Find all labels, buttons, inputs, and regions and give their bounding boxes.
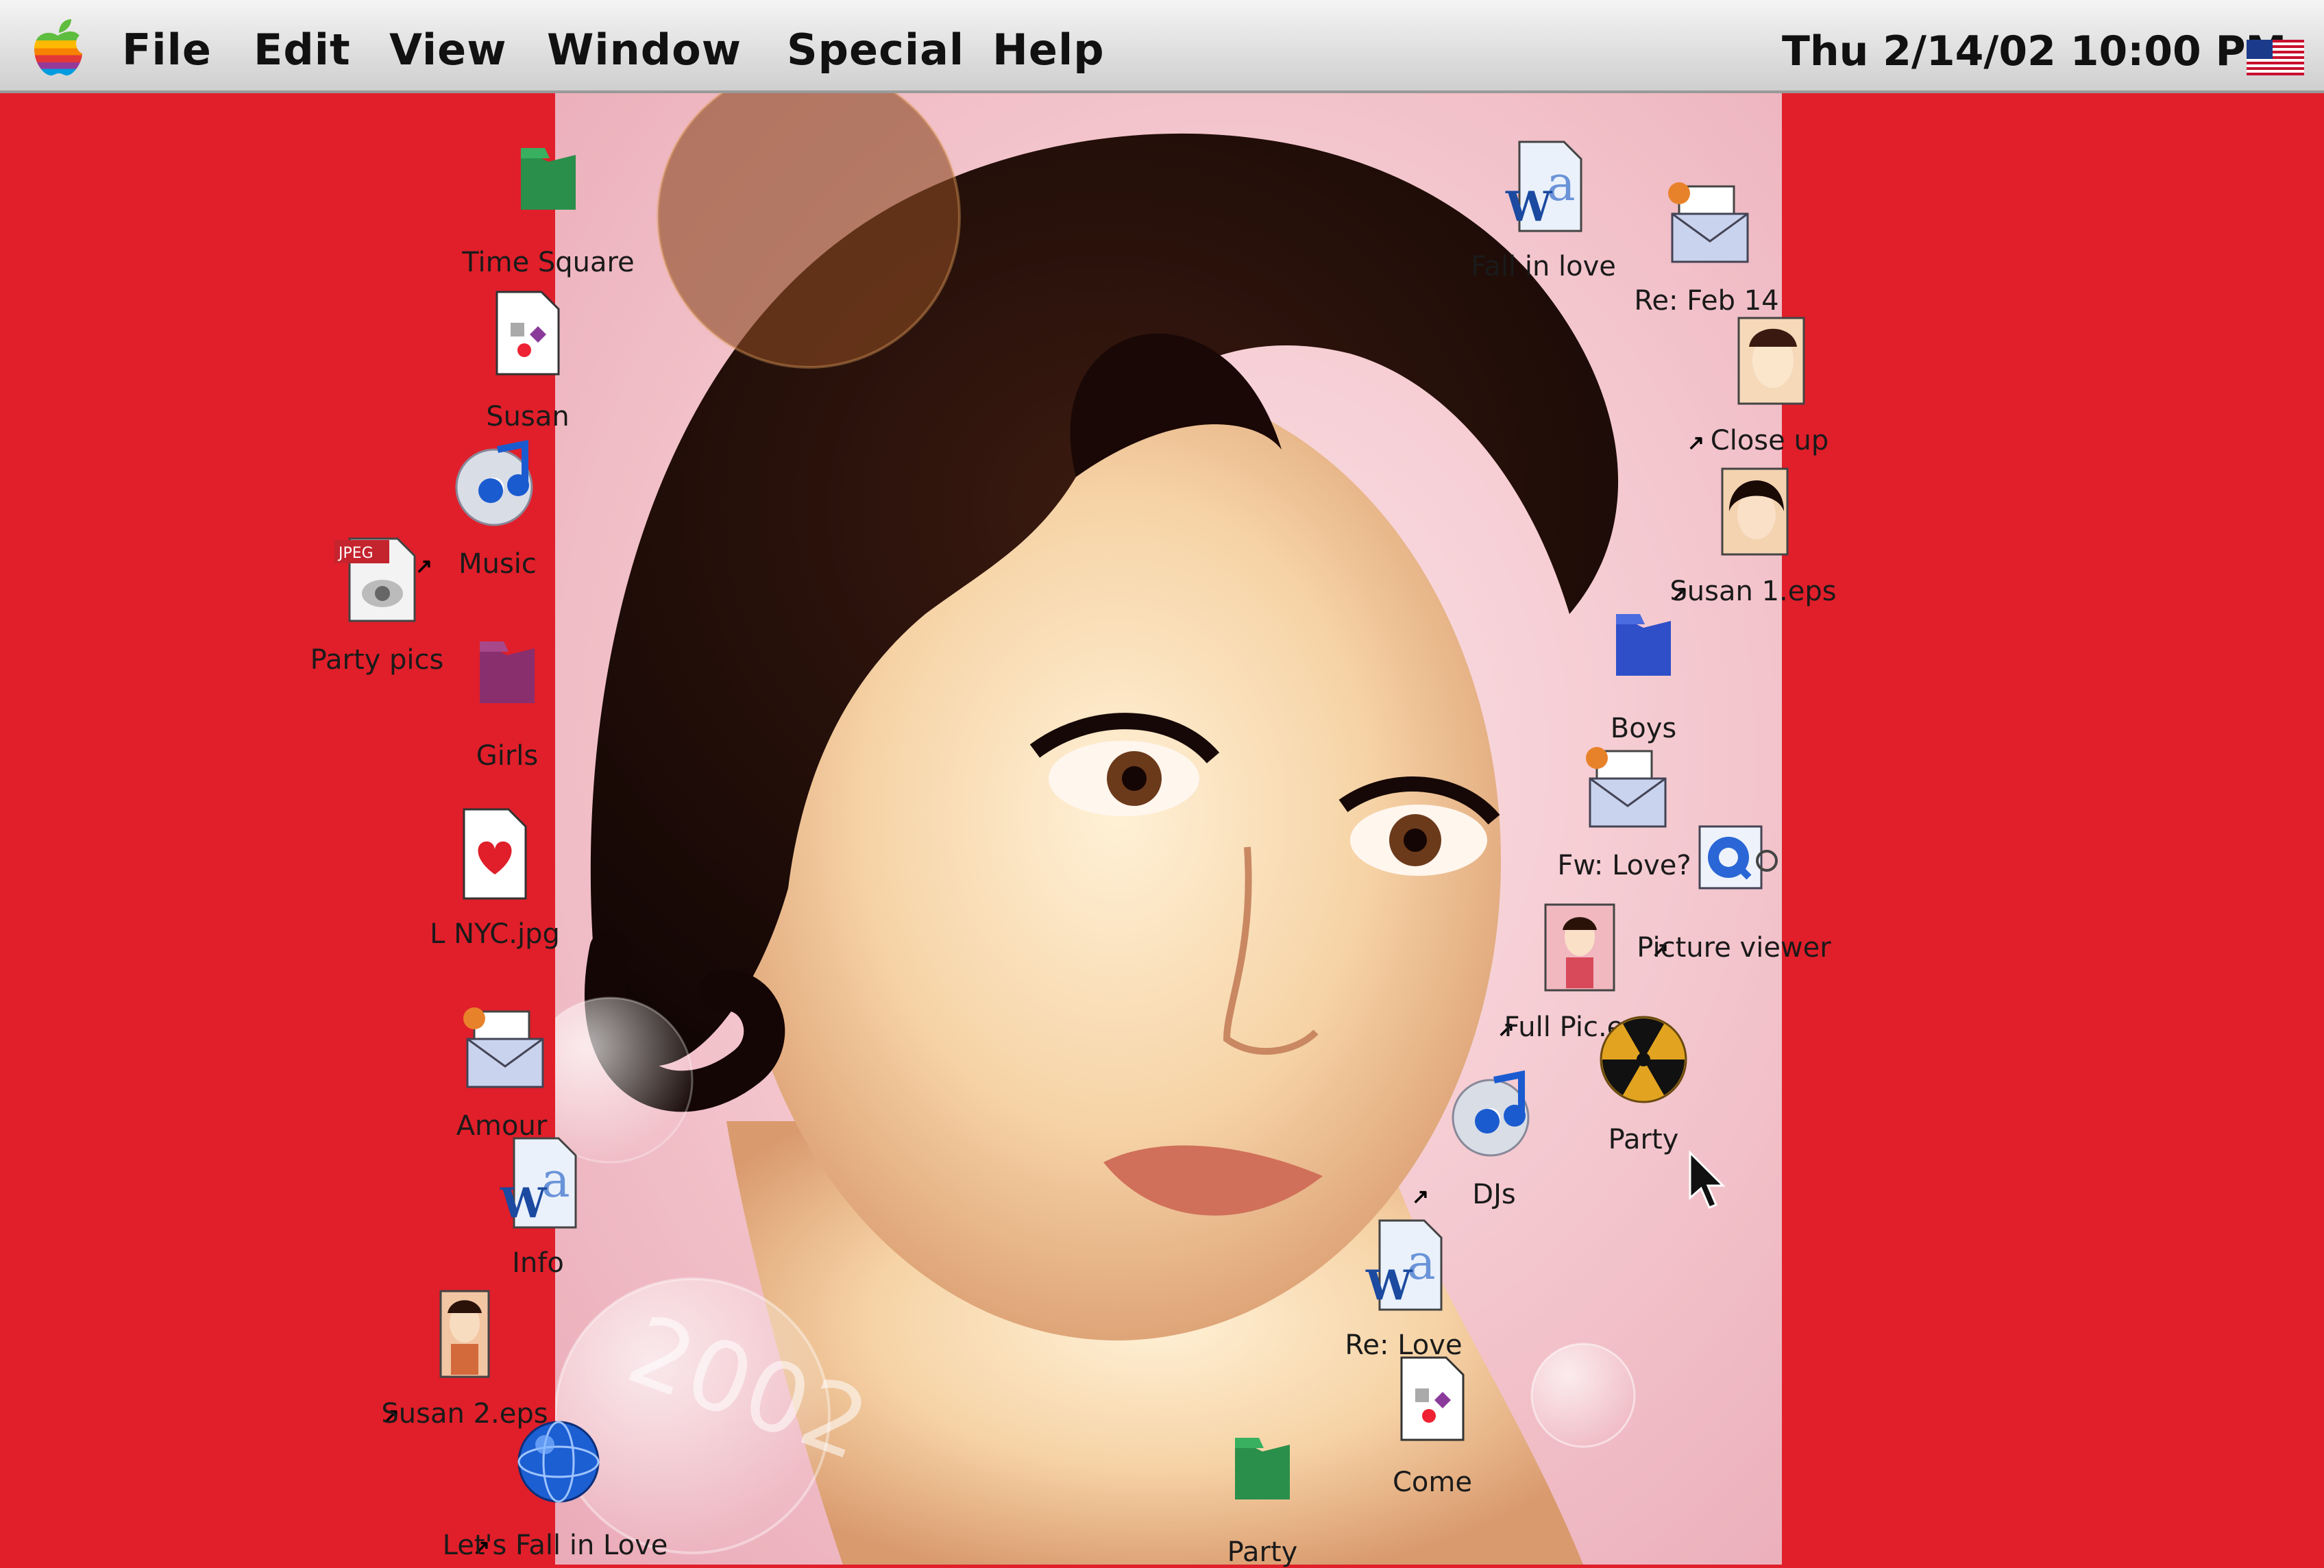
icon-label: L NYC.jpg (430, 918, 560, 950)
word-document-icon: a W (1365, 1219, 1443, 1311)
word-document-icon: a W (500, 1137, 577, 1229)
icon-close-up-alias[interactable]: ↗ Close up (1680, 313, 1859, 456)
image-thumbnail-icon (1737, 317, 1805, 405)
folder-icon (1235, 1438, 1290, 1499)
menu-window[interactable]: Window (547, 25, 742, 75)
heart-image-file-icon (463, 808, 527, 900)
folder-icon (1616, 614, 1671, 676)
icon-label: Info (512, 1247, 564, 1279)
itunes-cd-icon (1452, 1070, 1530, 1157)
internet-globe-icon (517, 1421, 600, 1503)
icon-info-word-doc[interactable]: a W Info (449, 1135, 627, 1279)
eps-image-icon (439, 1290, 490, 1378)
icon-label: Susan (486, 401, 570, 432)
icon-label: Time Square (462, 247, 635, 278)
menu-special[interactable]: Special (787, 25, 964, 75)
svg-text:JPEG: JPEG (337, 545, 374, 562)
quicktime-picture-viewer-icon (1698, 825, 1778, 890)
word-document-icon: a W (1505, 140, 1582, 232)
us-flag-icon[interactable] (2247, 40, 2304, 75)
menu-bar: File Edit View Window Special Help Thu 2… (0, 0, 2324, 93)
menu-help[interactable]: Help (992, 25, 1105, 75)
icon-lets-fall-in-love-alias[interactable]: ↗ Let's Fall in Love (443, 1417, 668, 1561)
email-message-icon (1586, 747, 1667, 828)
desktop[interactable]: 2002 Time Square Susan ↗ Music JPEG Part… (0, 93, 2324, 1568)
eps-image-icon (1721, 467, 1789, 556)
svg-text:W: W (1505, 183, 1553, 231)
icon-susan1-eps-alias[interactable]: ↗ Susan 1.eps (1664, 463, 1842, 607)
icon-re-love-word-doc[interactable]: a W Re: Love (1314, 1217, 1493, 1361)
icon-label: Party (1227, 1536, 1298, 1568)
clipping-document-icon (1400, 1356, 1465, 1441)
icon-party-folder[interactable]: Party (1173, 1424, 1351, 1568)
icon-label: DJs (1472, 1179, 1516, 1210)
eps-image-icon (1544, 903, 1615, 992)
folder-icon (521, 148, 576, 210)
burnable-radiation-icon (1600, 1016, 1687, 1103)
icon-l-nyc-jpg[interactable]: L NYC.jpg (406, 806, 584, 950)
icon-fall-in-love-word-doc[interactable]: a W Fall in love (1454, 138, 1632, 282)
email-message-icon (463, 1007, 544, 1088)
svg-text:W: W (1365, 1262, 1413, 1310)
icon-girls-folder[interactable]: Girls (418, 628, 596, 772)
folder-icon (480, 641, 535, 703)
icon-susan-clipping[interactable]: Susan (439, 289, 617, 432)
apple-icon[interactable] (30, 18, 85, 77)
itunes-cd-icon (455, 439, 533, 526)
icon-boys-folder[interactable]: Boys (1554, 600, 1733, 744)
clipping-document-icon (496, 291, 560, 376)
icon-djs-alias[interactable]: ↗ DJs (1405, 1066, 1583, 1210)
email-message-icon (1668, 182, 1749, 263)
icon-re-feb14-email[interactable]: Re: Feb 14 (1617, 173, 1796, 317)
icon-label: Girls (476, 740, 539, 772)
icon-susan2-eps-alias[interactable]: ↗ Susan 2.eps (376, 1286, 554, 1430)
menubar-clock[interactable]: Thu 2/14/02 10:00 PM (1782, 27, 2286, 75)
svg-text:W: W (500, 1179, 548, 1227)
menu-file[interactable]: File (122, 25, 212, 75)
icon-amour-email[interactable]: Amour (413, 998, 591, 1142)
jpeg-file-icon: JPEG (334, 537, 416, 622)
menu-view[interactable]: View (389, 25, 506, 75)
icon-label: Let's Fall in Love (442, 1530, 668, 1561)
mouse-pointer-icon (1689, 1150, 1726, 1209)
icon-picture-viewer-alias[interactable]: ↗ Picture viewer (1637, 820, 1831, 964)
icon-come-clipping[interactable]: Come (1343, 1354, 1521, 1498)
icon-label: Close up (1710, 425, 1829, 456)
menu-edit[interactable]: Edit (254, 25, 351, 75)
icon-time-square-folder[interactable]: Time Square (459, 134, 637, 278)
